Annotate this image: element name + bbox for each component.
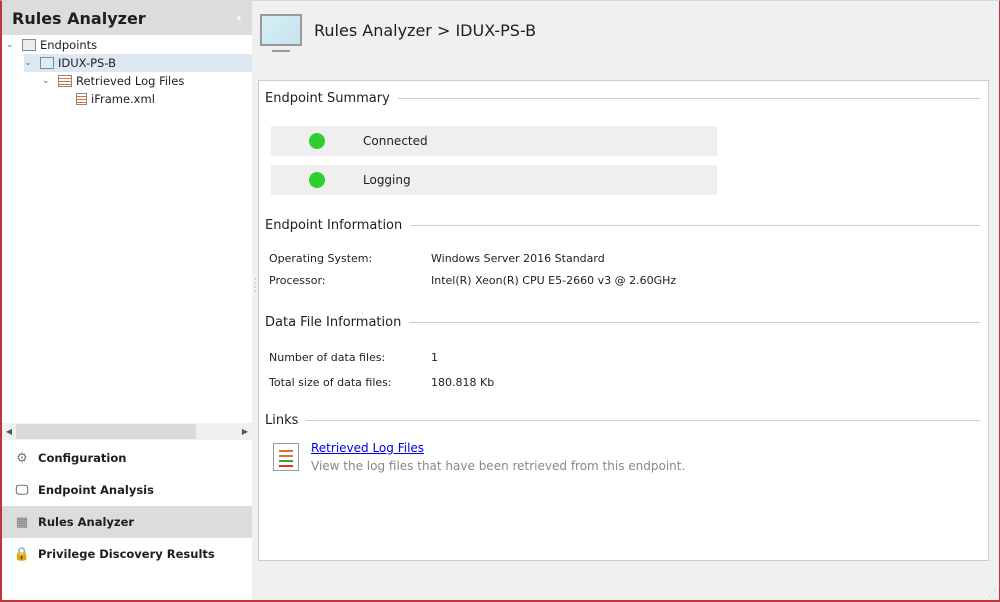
horizontal-scrollbar[interactable]: ◀ ▶ bbox=[2, 423, 252, 440]
status-dot-icon bbox=[309, 172, 325, 188]
monitor-icon bbox=[260, 14, 302, 52]
nav-panel: ⚙ Configuration 🖵 Endpoint Analysis ▦ Rules… bbox=[2, 442, 252, 570]
os-row: Operating System: Windows Server 2016 Sta… bbox=[269, 252, 605, 265]
endpoint-search-icon: 🖵 bbox=[15, 482, 29, 498]
splitter-grip-icon[interactable]: · · · · bbox=[254, 276, 257, 296]
lock-search-icon: 🔒 bbox=[13, 546, 31, 562]
tree-node-endpoints[interactable]: ⌄ Endpoints bbox=[6, 36, 97, 54]
page-header: Rules Analyzer > IDUX-PS-B bbox=[260, 14, 537, 52]
nav-privilege-discovery[interactable]: 🔒 Privilege Discovery Results bbox=[2, 538, 252, 570]
nav-label: Privilege Discovery Results bbox=[38, 547, 215, 561]
tree-label: IDUX-PS-B bbox=[58, 56, 116, 70]
os-label: Operating System: bbox=[269, 252, 373, 265]
file-count-label: Number of data files: bbox=[269, 351, 386, 364]
nav-label: Endpoint Analysis bbox=[38, 483, 154, 497]
tree-node-file[interactable]: iFrame.xml bbox=[72, 90, 155, 108]
tree-label: Retrieved Log Files bbox=[76, 74, 185, 88]
retrieved-log-files-link[interactable]: Retrieved Log Files bbox=[311, 441, 424, 455]
tree-node-retrieved-log-files[interactable]: ⌄ Retrieved Log Files bbox=[42, 72, 184, 90]
sidebar-title: Rules Analyzer bbox=[12, 8, 146, 28]
chevron-down-icon[interactable]: ⌄ bbox=[6, 40, 18, 50]
nav-configuration[interactable]: ⚙ Configuration bbox=[2, 442, 252, 474]
tree-label: iFrame.xml bbox=[91, 92, 155, 106]
nav-label: Configuration bbox=[38, 451, 127, 465]
scroll-right-icon[interactable]: ▶ bbox=[238, 427, 252, 436]
collapse-icon[interactable]: ‹ bbox=[236, 10, 242, 26]
file-size-value: 180.818 Kb bbox=[431, 376, 495, 389]
processor-value: Intel(R) Xeon(R) CPU E5-2660 v3 @ 2.60GH… bbox=[431, 274, 677, 287]
section-data-file-information: Data File Information bbox=[265, 315, 980, 330]
file-icon bbox=[76, 93, 87, 105]
status-label: Logging bbox=[363, 173, 411, 187]
status-connected: Connected bbox=[271, 126, 717, 156]
section-endpoint-information: Endpoint Information bbox=[265, 218, 980, 233]
rules-search-icon: ▦ bbox=[15, 514, 29, 530]
tree-node-endpoint[interactable]: ⌄ IDUX-PS-B bbox=[24, 54, 252, 72]
log-files-icon bbox=[273, 443, 299, 471]
status-logging: Logging bbox=[271, 165, 717, 195]
log-files-icon bbox=[58, 75, 72, 87]
link-description: View the log files that have been retrie… bbox=[311, 459, 686, 473]
chevron-down-icon[interactable]: ⌄ bbox=[24, 58, 36, 68]
file-size-row: Total size of data files: 180.818 Kb bbox=[269, 376, 494, 389]
nav-rules-analyzer[interactable]: ▦ Rules Analyzer bbox=[2, 506, 252, 538]
breadcrumb: Rules Analyzer > IDUX-PS-B bbox=[314, 20, 537, 40]
scroll-left-icon[interactable]: ◀ bbox=[2, 427, 16, 436]
sidebar: Rules Analyzer ‹ ⌄ Endpoints ⌄ IDUX-PS-B ⌄… bbox=[2, 1, 252, 600]
section-links: Links bbox=[265, 413, 980, 428]
processor-label: Processor: bbox=[269, 274, 326, 287]
monitor-icon bbox=[40, 57, 54, 69]
status-dot-icon bbox=[309, 133, 325, 149]
endpoints-icon bbox=[22, 39, 36, 51]
file-size-label: Total size of data files: bbox=[269, 376, 392, 389]
file-count-value: 1 bbox=[431, 351, 438, 364]
tree-label: Endpoints bbox=[40, 38, 98, 52]
os-value: Windows Server 2016 Standard bbox=[431, 252, 605, 265]
chevron-down-icon[interactable]: ⌄ bbox=[42, 76, 54, 86]
sidebar-header: Rules Analyzer ‹ bbox=[2, 1, 252, 35]
endpoint-tree: ⌄ Endpoints ⌄ IDUX-PS-B ⌄ Retrieved Log Fil… bbox=[2, 35, 252, 421]
section-endpoint-summary: Endpoint Summary bbox=[265, 91, 980, 106]
nav-label: Rules Analyzer bbox=[38, 515, 135, 529]
status-label: Connected bbox=[363, 134, 428, 148]
nav-endpoint-analysis[interactable]: 🖵 Endpoint Analysis bbox=[2, 474, 252, 506]
processor-row: Processor: Intel(R) Xeon(R) CPU E5-2660 v… bbox=[269, 274, 676, 287]
gear-icon: ⚙ bbox=[16, 450, 28, 466]
scroll-thumb[interactable] bbox=[16, 424, 196, 439]
resize-grip-icon[interactable]: ⋰ bbox=[988, 589, 996, 598]
file-count-row: Number of data files: 1 bbox=[269, 351, 438, 364]
content-panel: Endpoint Summary Connected Logging Endpo… bbox=[258, 80, 989, 561]
